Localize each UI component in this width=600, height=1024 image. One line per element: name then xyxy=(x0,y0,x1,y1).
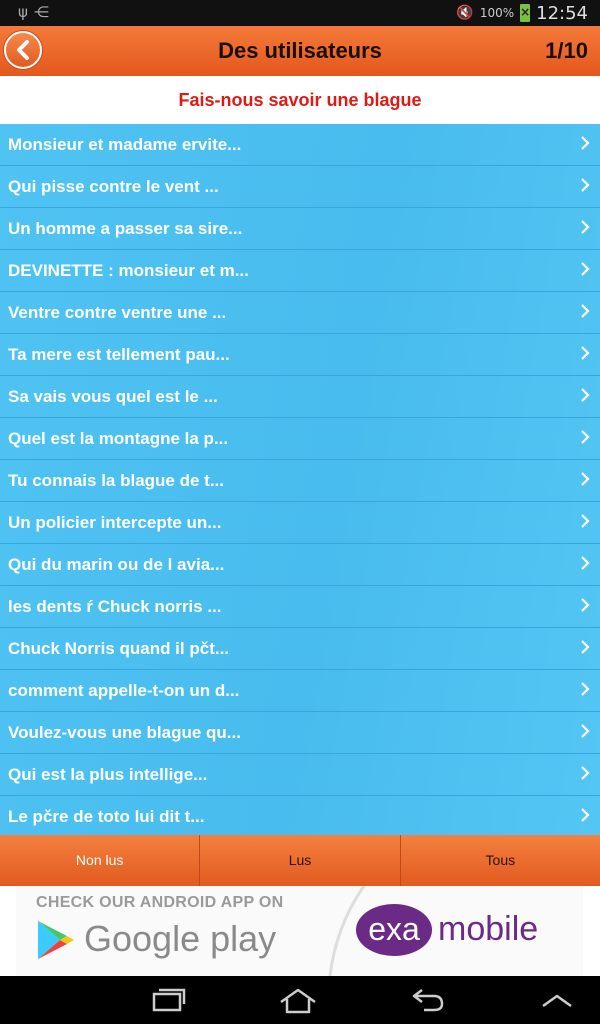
joke-title: Ta mere est tellement pau... xyxy=(8,345,230,364)
joke-list-item[interactable]: les dents ŕ Chuck norris ... xyxy=(0,586,600,628)
joke-list-item[interactable]: Qui est la plus intellige... xyxy=(0,754,600,796)
joke-list-item[interactable]: DEVINETTE : monsieur et m... xyxy=(0,250,600,292)
joke-list-item[interactable]: Quel est la montagne la p... xyxy=(0,418,600,460)
chevron-right-icon xyxy=(581,598,590,612)
chevron-right-icon xyxy=(581,388,590,402)
page-counter: 1/10 xyxy=(545,38,588,63)
brand-logo-text: mobile xyxy=(438,910,539,948)
chevron-right-icon xyxy=(581,724,590,738)
chevron-right-icon xyxy=(581,304,590,318)
back-nav-icon[interactable] xyxy=(410,986,446,1014)
joke-title: les dents ŕ Chuck norris ... xyxy=(8,597,222,616)
joke-list-item[interactable]: Un policier intercepte un... xyxy=(0,502,600,544)
joke-list-item[interactable]: Qui du marin ou de l avia... xyxy=(0,544,600,586)
chevron-right-icon xyxy=(581,220,590,234)
joke-title: Tu connais la blague de t... xyxy=(8,471,224,490)
joke-list-item[interactable]: Ta mere est tellement pau... xyxy=(0,334,600,376)
status-right: 🔇 100% 12:54 xyxy=(456,2,588,24)
clock: 12:54 xyxy=(536,2,588,24)
joke-list-item[interactable]: comment appelle-t-on un d... xyxy=(0,670,600,712)
joke-list-item[interactable]: Tu connais la blague de t... xyxy=(0,460,600,502)
chevron-right-icon xyxy=(581,136,590,150)
recent-apps-icon[interactable] xyxy=(150,986,186,1014)
battery-percent: 100% xyxy=(479,6,515,20)
joke-title: Ventre contre ventre une ... xyxy=(8,303,227,322)
status-bar: ψ⋲ 🔇 100% 12:54 xyxy=(0,0,600,26)
system-nav-bar xyxy=(0,976,600,1024)
mute-icon: 🔇 xyxy=(456,5,474,21)
tab-tous[interactable]: Tous xyxy=(401,835,600,886)
joke-title: Monsieur et madame ervite... xyxy=(8,135,242,154)
home-icon[interactable] xyxy=(277,986,319,1014)
chevron-right-icon xyxy=(581,514,590,528)
joke-title: Qui du marin ou de l avia... xyxy=(8,555,225,574)
app-header: Des utilisateurs 1/10 xyxy=(0,26,600,76)
chevron-right-icon xyxy=(581,346,590,360)
joke-list-item[interactable]: Le pčre de toto lui dit t... xyxy=(0,796,600,838)
joke-list-item[interactable]: Chuck Norris quand il pčt... xyxy=(0,628,600,670)
usb-icon: ψ⋲ xyxy=(18,3,55,21)
joke-title: Sa vais vous quel est le ... xyxy=(8,387,218,406)
filter-tabs: Non lus Lus Tous xyxy=(0,835,600,886)
chevron-up-icon[interactable] xyxy=(540,992,574,1010)
chevron-right-icon xyxy=(581,556,590,570)
joke-list-item[interactable]: Un homme a passer sa sire... xyxy=(0,208,600,250)
chevron-right-icon xyxy=(581,682,590,696)
joke-list-item[interactable]: Qui pisse contre le vent ... xyxy=(0,166,600,208)
chevron-right-icon xyxy=(581,430,590,444)
chevron-right-icon xyxy=(581,808,590,822)
ad-content: CHECK OUR ANDROID APP ON Google play exa… xyxy=(16,886,583,976)
joke-title: comment appelle-t-on un d... xyxy=(8,681,240,700)
ad-check-text: CHECK OUR ANDROID APP ON xyxy=(36,894,284,911)
joke-title: Qui pisse contre le vent ... xyxy=(8,177,219,196)
google-play-text: Google play xyxy=(84,918,277,959)
joke-title: Qui est la plus intellige... xyxy=(8,765,208,784)
joke-title: Un policier intercepte un... xyxy=(8,513,222,532)
joke-title: Voulez-vous une blague qu... xyxy=(8,723,241,742)
joke-list: Monsieur et madame ervite... Qui pisse co… xyxy=(0,124,600,838)
chevron-right-icon xyxy=(581,178,590,192)
brand-logo-circle: exa xyxy=(356,904,432,956)
chevron-right-icon xyxy=(581,766,590,780)
joke-list-item[interactable]: Sa vais vous quel est le ... xyxy=(0,376,600,418)
tab-non-lus[interactable]: Non lus xyxy=(0,835,201,886)
joke-list-item[interactable]: Ventre contre ventre une ... xyxy=(0,292,600,334)
joke-title: DEVINETTE : monsieur et m... xyxy=(8,261,249,280)
battery-icon xyxy=(520,4,531,22)
ad-banner[interactable]: CHECK OUR ANDROID APP ON Google play exa… xyxy=(0,886,600,976)
joke-title: Le pčre de toto lui dit t... xyxy=(8,807,205,826)
google-play-icon xyxy=(38,921,74,959)
chevron-right-icon xyxy=(581,472,590,486)
page-title: Des utilisateurs xyxy=(218,38,382,63)
tab-lus[interactable]: Lus xyxy=(200,835,401,886)
joke-title: Un homme a passer sa sire... xyxy=(8,219,243,238)
submit-joke-link[interactable]: Fais-nous savoir une blague xyxy=(0,76,600,124)
joke-title: Quel est la montagne la p... xyxy=(8,429,229,448)
joke-list-item[interactable]: Voulez-vous une blague qu... xyxy=(0,712,600,754)
joke-title: Chuck Norris quand il pčt... xyxy=(8,639,230,658)
joke-list-item[interactable]: Monsieur et madame ervite... xyxy=(0,124,600,166)
chevron-right-icon xyxy=(581,262,590,276)
chevron-right-icon xyxy=(581,640,590,654)
